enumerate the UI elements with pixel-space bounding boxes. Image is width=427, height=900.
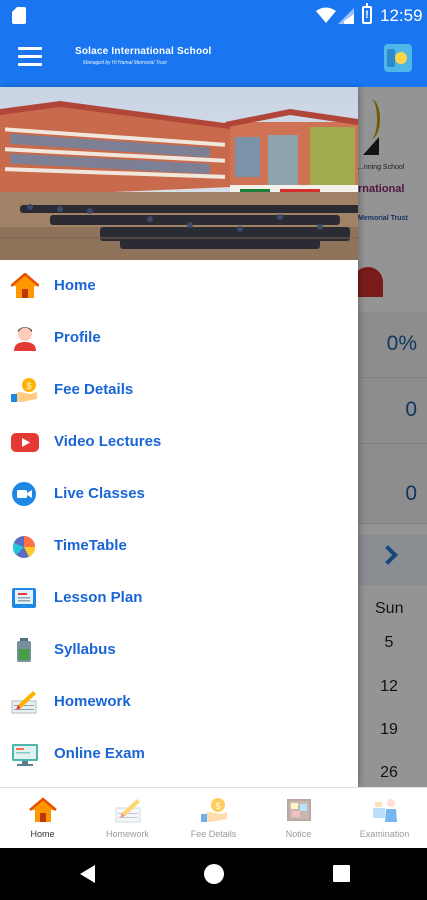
- clock: 12:59: [380, 6, 423, 25]
- svg-text:$: $: [215, 801, 220, 811]
- nav-label: Home: [30, 829, 55, 839]
- nav-homework[interactable]: Homework: [85, 788, 170, 849]
- pie-chart-icon: [13, 536, 36, 558]
- menu-item-label: Online Exam: [54, 745, 145, 762]
- nav-label: Examination: [359, 829, 410, 839]
- school-photo: [0, 87, 358, 260]
- menu-item-home[interactable]: Home: [0, 260, 358, 312]
- home-icon: [29, 797, 57, 822]
- menu-item-timetable[interactable]: TimeTable: [0, 520, 358, 572]
- book-icon: [12, 588, 36, 608]
- nav-home[interactable]: Home: [0, 788, 85, 849]
- menu-item-label: Profile: [54, 329, 101, 346]
- fee-icon: $: [201, 798, 227, 822]
- menu-item-live-classes[interactable]: Live Classes: [0, 468, 358, 520]
- nav-label: Fee Details: [190, 829, 237, 839]
- menu-item-online-exam[interactable]: Online Exam: [0, 728, 358, 780]
- menu-item-label: Video Lectures: [54, 433, 162, 450]
- bottom-navigation: Home Homework $ Fee Details Notice Exami…: [0, 787, 427, 848]
- menu-item-video-lectures[interactable]: Video Lectures: [0, 416, 358, 468]
- battery-icon: [17, 638, 31, 662]
- notice-board-icon: [287, 799, 311, 821]
- app-title-block: Solace International School Managed by H…: [75, 46, 212, 66]
- youtube-icon: [11, 433, 39, 452]
- fee-icon: $: [11, 378, 37, 402]
- wifi-icon: [316, 7, 336, 23]
- nav-examination[interactable]: Examination: [342, 788, 427, 849]
- sim-card-icon: [12, 7, 26, 24]
- svg-text:$: $: [26, 381, 31, 391]
- menu-item-lesson-plan[interactable]: Lesson Plan: [0, 572, 358, 624]
- battery-icon: !: [362, 3, 372, 24]
- system-navigation-bar: [0, 848, 427, 900]
- menu-item-label: Live Classes: [54, 485, 145, 502]
- monitor-icon: [12, 744, 38, 766]
- menu-item-profile[interactable]: Profile: [0, 312, 358, 364]
- app-subtitle: Managed by Hi Hamal Memorial Trust: [83, 60, 167, 66]
- app-action-icon[interactable]: [384, 44, 412, 72]
- nav-label: Notice: [285, 829, 312, 839]
- menu-item-homework[interactable]: Homework: [0, 676, 358, 728]
- profile-icon: [14, 327, 36, 351]
- navigation-drawer: Home Profile $ Fee Details Video Lecture…: [0, 87, 358, 787]
- home-circle-icon[interactable]: [204, 864, 224, 884]
- examination-icon: [373, 799, 397, 822]
- nav-label: Homework: [105, 829, 149, 839]
- menu-item-label: Home: [54, 277, 96, 294]
- hamburger-menu-icon[interactable]: [18, 47, 42, 67]
- nav-fee-details[interactable]: $ Fee Details: [171, 788, 256, 849]
- drawer-scrim[interactable]: [358, 87, 427, 787]
- menu-item-label: Fee Details: [54, 381, 134, 398]
- recent-apps-icon[interactable]: [333, 865, 350, 882]
- home-icon: [11, 273, 39, 298]
- menu-item-label: Lesson Plan: [54, 589, 143, 606]
- app-title: Solace International School: [75, 46, 212, 57]
- menu-item-fee-details[interactable]: $ Fee Details: [0, 364, 358, 416]
- drawer-menu: Home Profile $ Fee Details Video Lecture…: [0, 260, 358, 780]
- nav-notice[interactable]: Notice: [256, 788, 341, 849]
- video-camera-icon: [12, 482, 36, 506]
- menu-item-label: TimeTable: [54, 537, 127, 554]
- notebook-icon: [115, 799, 141, 823]
- app-bar: Solace International School Managed by H…: [0, 32, 427, 87]
- menu-item-label: Homework: [54, 693, 131, 710]
- signal-icon: [338, 8, 354, 24]
- status-bar: ! 12:59: [0, 0, 427, 32]
- back-icon[interactable]: [80, 865, 95, 883]
- menu-item-syllabus[interactable]: Syllabus: [0, 624, 358, 676]
- menu-item-label: Syllabus: [54, 641, 116, 658]
- pencil-notebook-icon: [11, 691, 37, 714]
